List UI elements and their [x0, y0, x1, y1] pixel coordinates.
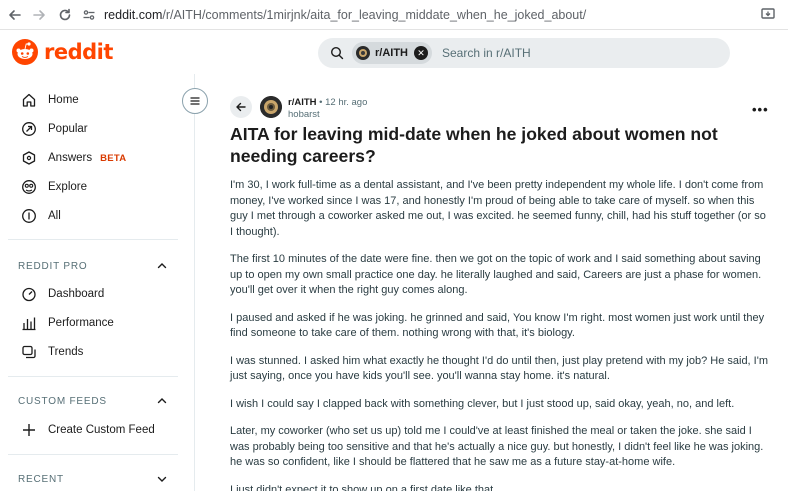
subreddit-link[interactable]: r/AITH [288, 97, 317, 108]
sidebar-divider [8, 454, 178, 455]
back-arrow-icon [235, 101, 247, 113]
chevron-up-icon[interactable] [156, 260, 168, 272]
logo-wordmark: reddit [44, 40, 113, 64]
menu-icon [189, 95, 201, 107]
site-settings-icon[interactable] [82, 8, 96, 22]
sidebar-item-trends[interactable]: Trends [20, 340, 83, 364]
sidebar-item-create-custom-feed[interactable]: Create Custom Feed [20, 418, 155, 442]
section-reddit-pro[interactable]: REDDIT PRO [18, 257, 168, 275]
reddit-header: reddit r/AITH ✕ Search in r/AITH [0, 30, 788, 74]
sidebar-item-label: Home [48, 94, 79, 106]
back-button[interactable] [230, 96, 252, 118]
sidebar-item-label: Dashboard [48, 288, 105, 300]
chevron-down-icon[interactable] [156, 473, 168, 485]
all-icon [20, 207, 38, 225]
sidebar-item-all[interactable]: All [20, 204, 61, 228]
sidebar-item-explore[interactable]: Explore [20, 175, 87, 199]
browser-toolbar: reddit.com/r/AITH/comments/1mirjnk/aita_… [0, 0, 788, 30]
sidebar-item-performance[interactable]: Performance [20, 311, 114, 335]
subreddit-avatar-icon [356, 46, 370, 60]
reddit-logo[interactable]: reddit [12, 39, 113, 65]
post-body: I'm 30, I work full-time as a dental ass… [230, 178, 770, 491]
search-icon [330, 46, 344, 60]
sidebar-item-label: Performance [48, 317, 114, 329]
sidebar-item-label: Trends [48, 346, 84, 358]
trends-icon [20, 343, 38, 361]
sidebar-item-popular[interactable]: Popular [20, 117, 88, 141]
post-time: 12 hr. ago [325, 97, 368, 108]
reddit-snoo-icon [12, 39, 38, 65]
sidebar-item-label: All [48, 210, 61, 222]
performance-icon [20, 314, 38, 332]
sidebar-divider [8, 376, 178, 377]
subreddit-avatar[interactable] [260, 96, 282, 118]
popular-icon [20, 120, 38, 138]
search-bar[interactable]: r/AITH ✕ Search in r/AITH [318, 38, 730, 68]
post-paragraph: I paused and asked if he was joking. he … [230, 311, 765, 340]
post-meta: r/AITH • 12 hr. ago hobarst [288, 97, 367, 121]
home-icon [20, 91, 38, 109]
sidebar-item-label: Popular [48, 123, 88, 135]
post-paragraph: I just didn't expect it to show up on a … [230, 483, 497, 491]
section-custom-feeds[interactable]: CUSTOM FEEDS [18, 392, 168, 410]
chip-label: r/AITH [375, 47, 408, 59]
search-input[interactable]: Search in r/AITH [442, 46, 531, 60]
reload-icon[interactable] [56, 6, 74, 24]
address-bar[interactable]: reddit.com/r/AITH/comments/1mirjnk/aita_… [82, 3, 762, 27]
post-paragraph: Later, my coworker (who set us up) told … [230, 425, 764, 468]
collapse-sidebar-button[interactable] [182, 88, 208, 114]
post-paragraph: The first 10 minutes of the date were fi… [230, 253, 762, 296]
plus-icon [20, 421, 38, 439]
chevron-up-icon[interactable] [156, 395, 168, 407]
url-host: reddit.com [104, 8, 163, 22]
explore-icon [20, 178, 38, 196]
dashboard-icon [20, 285, 38, 303]
sidebar-item-label: Answers [48, 152, 93, 164]
sidebar-item-home[interactable]: Home [20, 88, 79, 112]
more-options-icon[interactable]: ••• [752, 102, 769, 117]
url-text: reddit.com/r/AITH/comments/1mirjnk/aita_… [104, 8, 586, 22]
sidebar-item-answers[interactable]: Answers BETA [20, 146, 126, 170]
section-recent[interactable]: RECENT [18, 470, 168, 488]
section-title: CUSTOM FEEDS [18, 395, 107, 407]
beta-badge: BETA [100, 152, 127, 164]
install-app-icon[interactable] [760, 6, 778, 24]
post-paragraph: I was stunned. I asked him what exactly … [230, 354, 768, 383]
post-title: AITA for leaving mid-date when he joked … [230, 124, 718, 166]
forward-arrow-icon[interactable] [30, 6, 48, 24]
post-paragraph: I'm 30, I work full-time as a dental ass… [230, 179, 766, 238]
answers-icon [20, 149, 38, 167]
sidebar-divider [8, 239, 178, 240]
sidebar-item-label: Create Custom Feed [48, 424, 155, 436]
post-paragraph: I wish I could say I clapped back with s… [230, 397, 735, 410]
back-arrow-icon[interactable] [6, 6, 24, 24]
subreddit-filter-chip[interactable]: r/AITH ✕ [352, 42, 432, 64]
section-title: REDDIT PRO [18, 260, 88, 272]
url-path: /r/AITH/comments/1mirjnk/aita_for_leavin… [162, 8, 587, 22]
section-title: RECENT [18, 473, 64, 485]
sidebar-item-dashboard[interactable]: Dashboard [20, 282, 104, 306]
left-sidebar: Home Popular Answers BETA Explore All RE… [0, 74, 195, 491]
remove-filter-icon[interactable]: ✕ [414, 46, 428, 60]
sidebar-item-label: Explore [48, 181, 87, 193]
author-link[interactable]: hobarst [288, 109, 367, 121]
